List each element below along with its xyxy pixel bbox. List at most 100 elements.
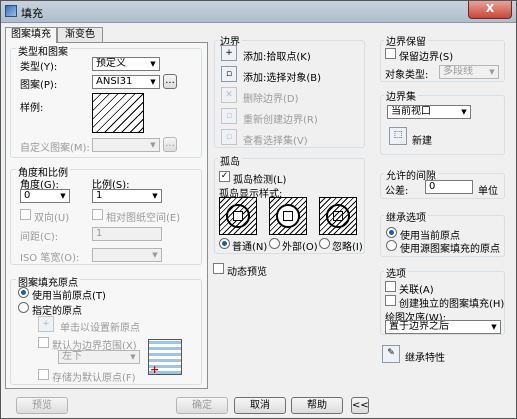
draw-order-select[interactable]: 置于边界之后 ▼ (385, 320, 501, 334)
pattern-swatch[interactable] (92, 93, 144, 133)
scale-select[interactable]: 1 ▼ (92, 189, 162, 203)
boundary-set-group (380, 95, 505, 155)
corner-value: 左下 (62, 351, 82, 362)
independent-hatch-label: 创建独立的图案填充(H) (399, 299, 505, 310)
draw-order-value: 置于边界之后 (389, 321, 449, 332)
chevron-down-icon: ▼ (150, 78, 156, 86)
remove-boundary-icon[interactable]: ✕ (221, 87, 237, 103)
iso-label: ISO 笔宽(O): (20, 253, 80, 264)
inherit-properties-label[interactable]: 继承特性 (405, 349, 445, 364)
tab-hatch[interactable]: 图案填充 (5, 27, 57, 43)
retain-boundary-checkbox[interactable] (385, 48, 396, 59)
island-detect-checkbox[interactable]: ✓ (219, 171, 230, 182)
custom-pattern-label: 自定义图案(M): (20, 143, 90, 154)
tolerance-label: 公差: (385, 186, 409, 197)
cancel-button[interactable]: 取消 (234, 397, 286, 414)
island-ignore-label: 忽略(I) (332, 242, 363, 253)
chevron-down-icon: ▼ (150, 60, 156, 68)
scale-value: 1 (96, 190, 103, 201)
close-button[interactable]: X (468, 1, 512, 19)
angle-select[interactable]: 0 ▼ (20, 189, 70, 203)
new-boundary-set-label[interactable]: 新建 (412, 132, 432, 147)
chevron-down-icon: ▼ (152, 192, 158, 200)
pattern-select[interactable]: ANSI31 ▼ (92, 75, 160, 89)
store-default-label: 存储为默认原点(F) (52, 373, 136, 384)
tolerance-input[interactable]: 0 (425, 180, 473, 194)
island-outer-radio[interactable] (269, 238, 280, 249)
associative-checkbox[interactable] (385, 281, 396, 292)
corner-select[interactable]: 左下 ▼ (58, 350, 140, 364)
view-selection-icon[interactable]: ▫ (221, 129, 237, 145)
window-title: 填充 (21, 7, 43, 20)
tolerance-unit-label: 单位 (478, 186, 498, 197)
recreate-boundary-icon[interactable]: ▫ (221, 108, 237, 124)
ok-button[interactable]: 确定 (176, 397, 228, 414)
inherit-source-origin-radio[interactable] (386, 240, 397, 251)
inherit-options-title: 继承选项 (384, 209, 428, 224)
retain-boundary-label: 保留边界(S) (399, 52, 454, 63)
spacing-label: 间距(C): (20, 232, 59, 243)
pattern-label: 图案(P): (20, 80, 58, 91)
associative-label: 关联(A) (399, 285, 434, 296)
island-ignore-radio[interactable] (319, 238, 330, 249)
island-ignore-image[interactable] (319, 197, 357, 235)
chevron-down-icon: ▼ (130, 353, 136, 361)
pattern-browse-button[interactable]: ... (163, 74, 177, 89)
chevron-down-icon: ▼ (491, 323, 497, 331)
island-normal-image[interactable] (219, 197, 257, 235)
select-objects-icon[interactable]: ▫ (221, 66, 237, 82)
type-pattern-title: 类型和图案 (16, 43, 70, 58)
tab-gradient[interactable]: 渐变色 (57, 27, 103, 42)
island-normal-label: 普通(N) (232, 242, 268, 253)
object-type-select[interactable]: 多段线 ▼ (439, 65, 499, 79)
dynamic-preview-checkbox[interactable] (213, 263, 224, 274)
new-boundary-set-icon[interactable]: ⬚ (389, 127, 407, 145)
double-label: 双向(U) (34, 213, 70, 224)
view-selection-button[interactable]: 查看选择集(V) (243, 132, 308, 147)
origin-marker-icon: + (150, 363, 160, 376)
click-set-origin-icon[interactable]: + (38, 316, 54, 332)
inherit-properties-icon[interactable]: ✎ (382, 345, 400, 363)
custom-pattern-select[interactable]: ▼ (92, 138, 160, 152)
help-button[interactable]: 帮助 (291, 397, 343, 414)
collapse-button[interactable]: << (351, 397, 369, 414)
specified-origin-label: 指定的原点 (32, 306, 82, 317)
inherit-current-origin-radio[interactable] (386, 227, 397, 238)
pick-points-icon[interactable]: + (221, 45, 237, 61)
remove-boundary-button[interactable]: 删除边界(D) (243, 90, 299, 105)
inherit-source-origin-label: 使用源图案填充的原点 (400, 244, 500, 255)
boundary-set-value: 当前视口 (391, 106, 431, 117)
independent-hatch-checkbox[interactable] (385, 295, 396, 306)
select-objects-button[interactable]: 添加:选择对象(B) (243, 69, 321, 84)
islands-title: 孤岛 (218, 153, 242, 168)
island-normal-radio[interactable] (219, 238, 230, 249)
use-current-origin-radio[interactable] (18, 287, 29, 298)
chevron-down-icon: ▼ (152, 251, 158, 259)
iso-select[interactable]: ▼ (92, 248, 162, 262)
island-detect-label: 孤岛检测(L) (233, 175, 287, 186)
island-outer-label: 外部(O) (282, 242, 318, 253)
custom-browse-button[interactable]: ... (163, 137, 177, 152)
chevron-down-icon: ▼ (60, 192, 66, 200)
object-type-value: 多段线 (443, 66, 473, 77)
island-outer-image[interactable] (269, 197, 307, 235)
pattern-value: ANSI31 (96, 76, 133, 87)
relative-label: 相对图纸空间(E) (106, 213, 181, 224)
type-select[interactable]: 预定义 ▼ (92, 57, 160, 71)
swatch-label: 样例: (20, 103, 44, 114)
store-default-checkbox[interactable] (38, 369, 49, 380)
title-bar[interactable]: 填充 X (1, 1, 516, 23)
double-checkbox[interactable] (20, 209, 31, 220)
pick-points-button[interactable]: 添加:拾取点(K) (243, 48, 311, 63)
options-title: 选项 (384, 265, 408, 280)
chevron-down-icon: ▼ (150, 141, 156, 149)
preview-button[interactable]: 预览 (16, 397, 68, 414)
boundary-set-select[interactable]: 当前视口 ▼ (387, 105, 471, 119)
specified-origin-radio[interactable] (18, 302, 29, 313)
click-set-origin-label: 单击以设置新原点 (60, 323, 140, 334)
spacing-input[interactable]: 1 (92, 227, 162, 241)
boundary-set-title: 边界集 (384, 88, 418, 103)
recreate-boundary-button[interactable]: 重新创建边界(R) (243, 111, 318, 126)
default-boundary-checkbox[interactable] (38, 337, 49, 348)
relative-checkbox[interactable] (92, 209, 103, 220)
